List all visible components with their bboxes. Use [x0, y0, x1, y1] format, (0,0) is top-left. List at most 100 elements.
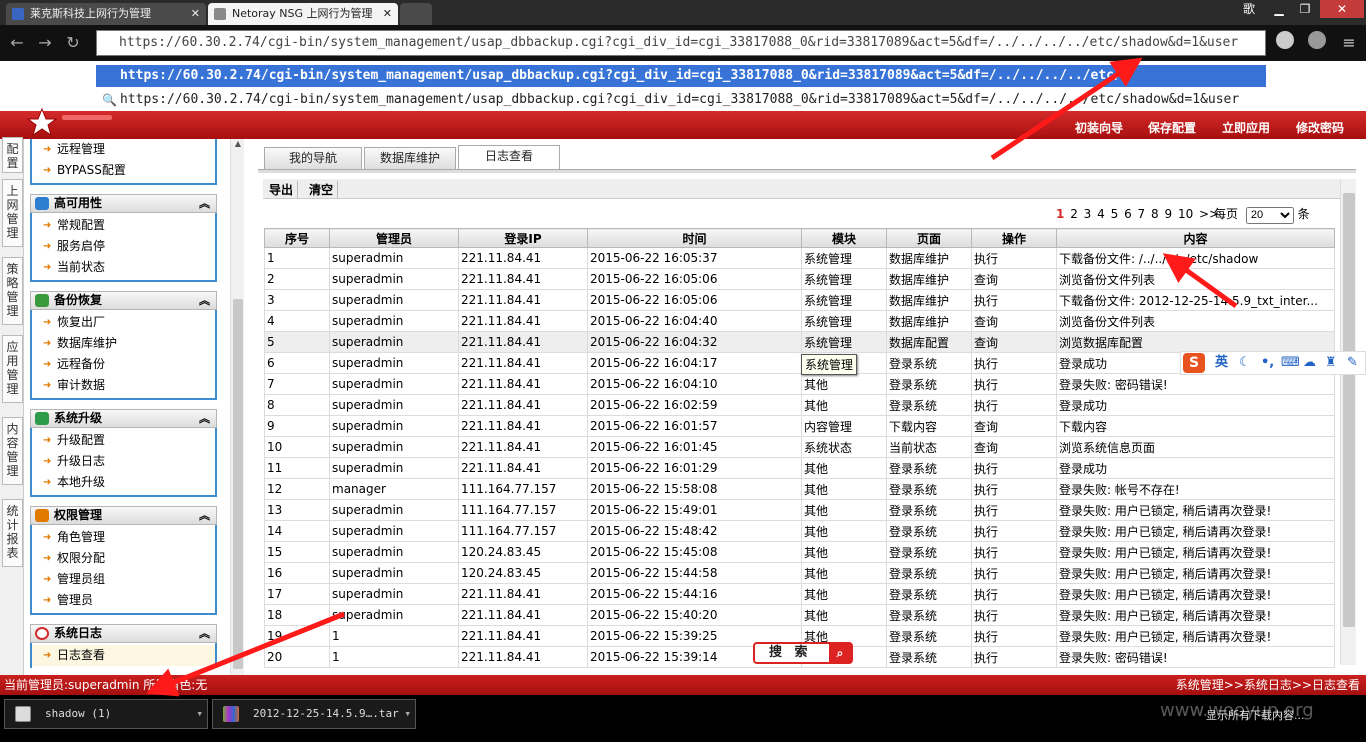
- browser-tab[interactable]: 莱克斯科技上网行为管理 ✕: [6, 3, 206, 25]
- column-header[interactable]: 模块: [801, 228, 887, 248]
- table-row[interactable]: 11 superadmin 221.11.84.41 2015-06-22 16:01…: [264, 457, 1335, 479]
- moon-icon[interactable]: ☾: [1239, 352, 1251, 374]
- extension-icon[interactable]: [1276, 31, 1294, 49]
- table-row[interactable]: 3 superadmin 221.11.84.41 2015-06-22 16:05:…: [264, 289, 1335, 311]
- column-header[interactable]: 登录IP: [458, 228, 588, 248]
- apply-now-link[interactable]: 立即应用: [1222, 119, 1270, 136]
- change-password-link[interactable]: 修改密码: [1296, 119, 1344, 136]
- sidebar-item[interactable]: ➜ 权限分配: [32, 548, 215, 569]
- scroll-up-icon[interactable]: ▲: [232, 139, 244, 153]
- scrollbar-thumb[interactable]: [1343, 193, 1355, 627]
- install-wizard-link[interactable]: 初装向导: [1075, 119, 1123, 136]
- page-link[interactable]: 5: [1111, 207, 1119, 221]
- new-tab-button[interactable]: [400, 3, 432, 25]
- group-header[interactable]: 备份恢复 ︽: [30, 291, 217, 310]
- chevron-down-icon[interactable]: ▾: [196, 700, 203, 728]
- voice-icon[interactable]: ☁: [1303, 352, 1316, 374]
- column-header[interactable]: 页面: [886, 228, 972, 248]
- sidebar-item[interactable]: ➜ 管理员组: [32, 569, 215, 590]
- sidebar-item[interactable]: ➜ 当前状态: [32, 257, 215, 278]
- skin-icon[interactable]: ♜: [1325, 352, 1337, 374]
- address-bar[interactable]: https://60.30.2.74/cgi-bin/system_manage…: [96, 30, 1266, 56]
- rail-tab-internet[interactable]: 上网管理: [2, 179, 23, 247]
- collapse-icon[interactable]: ︽: [199, 195, 210, 212]
- sidebar-item[interactable]: ➜ 升级日志: [32, 451, 215, 472]
- table-row[interactable]: 13 superadmin 111.164.77.157 2015-06-22 15:…: [264, 499, 1335, 521]
- download-item[interactable]: shadow (1) ▾: [4, 699, 208, 729]
- tools-icon[interactable]: ✎: [1347, 352, 1358, 374]
- sidebar-item-bypass[interactable]: ➜ BYPASS配置: [32, 160, 215, 181]
- rail-tab-config[interactable]: 配置: [2, 137, 23, 173]
- floating-search-widget[interactable]: 搜 索 ⌕: [753, 642, 853, 664]
- table-row[interactable]: 18 superadmin 221.11.84.41 2015-06-22 15:40…: [264, 604, 1335, 626]
- group-header[interactable]: 系统日志 ︽: [30, 624, 217, 643]
- reload-icon[interactable]: ↻: [62, 33, 84, 53]
- clear-button[interactable]: 清空: [305, 181, 339, 198]
- sidebar-item[interactable]: ➜ 常规配置: [32, 215, 215, 236]
- table-row[interactable]: 12 manager 111.164.77.157 2015-06-22 15:58:…: [264, 478, 1335, 500]
- table-row[interactable]: 7 superadmin 221.11.84.41 2015-06-22 16:04:…: [264, 373, 1335, 395]
- tab-log-view[interactable]: 日志查看: [458, 145, 560, 169]
- sidebar-item[interactable]: ➜ 升级配置: [32, 430, 215, 451]
- search-icon[interactable]: ⌕: [829, 644, 851, 662]
- extension-icon[interactable]: [1308, 31, 1326, 49]
- ime-toolbar[interactable]: S 英 ☾ •, ⌨ ☁ ♜ ✎: [1180, 351, 1366, 375]
- omnibox-suggestion[interactable]: 🔍 https://60.30.2.74/cgi-bin/system_mana…: [96, 89, 1266, 111]
- sidebar-item-log-view[interactable]: ➜ 日志查看: [32, 645, 215, 666]
- column-header[interactable]: 序号: [264, 228, 330, 248]
- sidebar-item[interactable]: ➜ 服务启停: [32, 236, 215, 257]
- column-header[interactable]: 时间: [587, 228, 802, 248]
- forward-icon[interactable]: →: [34, 33, 56, 53]
- group-header[interactable]: 高可用性 ︽: [30, 194, 217, 213]
- sidebar-item-remote-mgmt[interactable]: ➜ 远程管理: [32, 139, 215, 160]
- back-icon[interactable]: ←: [6, 33, 28, 53]
- table-row[interactable]: 15 superadmin 120.24.83.45 2015-06-22 15:45…: [264, 541, 1335, 563]
- table-row[interactable]: 4 superadmin 221.11.84.41 2015-06-22 16:04:…: [264, 310, 1335, 332]
- per-page-select[interactable]: 20: [1245, 206, 1294, 224]
- table-row[interactable]: 8 superadmin 221.11.84.41 2015-06-22 16:02:…: [264, 394, 1335, 416]
- sidebar-item[interactable]: ➜ 本地升级: [32, 472, 215, 493]
- page-link[interactable]: 6: [1124, 207, 1132, 221]
- sidebar-scrollbar[interactable]: ▲: [230, 139, 244, 675]
- rail-tab-policy[interactable]: 策略管理: [2, 257, 23, 325]
- download-item[interactable]: 2012-12-25-14.5.9….tar ▾: [212, 699, 416, 729]
- save-config-link[interactable]: 保存配置: [1148, 119, 1196, 136]
- rail-tab-content[interactable]: 内容管理: [2, 417, 23, 485]
- table-row[interactable]: 10 superadmin 221.11.84.41 2015-06-22 16:01…: [264, 436, 1335, 458]
- sidebar-item[interactable]: ➜ 审计数据: [32, 375, 215, 396]
- table-row[interactable]: 5 superadmin 221.11.84.41 2015-06-22 16:04:…: [264, 331, 1335, 353]
- page-link[interactable]: 9: [1164, 207, 1172, 221]
- rail-tab-app[interactable]: 应用管理: [2, 335, 23, 403]
- sidebar-item[interactable]: ➜ 远程备份: [32, 354, 215, 375]
- column-header[interactable]: 操作: [971, 228, 1057, 248]
- punctuation-icon[interactable]: •,: [1261, 352, 1274, 374]
- collapse-icon[interactable]: ︽: [199, 410, 210, 427]
- close-tab-icon[interactable]: ✕: [383, 3, 392, 25]
- table-row[interactable]: 9 superadmin 221.11.84.41 2015-06-22 16:01:…: [264, 415, 1335, 437]
- page-link[interactable]: 7: [1138, 207, 1146, 221]
- page-link[interactable]: 2: [1070, 207, 1078, 221]
- tab-db-maintenance[interactable]: 数据库维护: [364, 147, 456, 169]
- table-row[interactable]: 17 superadmin 221.11.84.41 2015-06-22 15:44…: [264, 583, 1335, 605]
- table-row[interactable]: 2 superadmin 221.11.84.41 2015-06-22 16:05:…: [264, 268, 1335, 290]
- page-link[interactable]: 10: [1178, 207, 1193, 221]
- page-link[interactable]: 3: [1084, 207, 1092, 221]
- sidebar-item[interactable]: ➜ 角色管理: [32, 527, 215, 548]
- sidebar-item[interactable]: ➜ 管理员: [32, 590, 215, 611]
- menu-icon[interactable]: ≡: [1338, 33, 1360, 53]
- ime-lang-label[interactable]: 英: [1215, 352, 1228, 374]
- scrollbar-thumb[interactable]: [233, 299, 243, 669]
- main-scrollbar[interactable]: [1340, 179, 1356, 665]
- sidebar-item[interactable]: ➜ 数据库维护: [32, 333, 215, 354]
- collapse-icon[interactable]: ︽: [199, 507, 210, 524]
- table-row[interactable]: 6 superadmin 221.11.84.41 2015-06-22 16:04:…: [264, 352, 1335, 374]
- column-header[interactable]: 管理员: [329, 228, 459, 248]
- page-link[interactable]: 8: [1151, 207, 1159, 221]
- rail-tab-reports[interactable]: 统计报表: [2, 499, 23, 567]
- table-row[interactable]: 14 superadmin 111.164.77.157 2015-06-22 15:…: [264, 520, 1335, 542]
- chevron-down-icon[interactable]: ▾: [404, 700, 411, 728]
- page-link[interactable]: 4: [1097, 207, 1105, 221]
- tab-my-nav[interactable]: 我的导航: [264, 147, 362, 169]
- keyboard-icon[interactable]: ⌨: [1281, 352, 1300, 374]
- close-tab-icon[interactable]: ✕: [191, 3, 200, 25]
